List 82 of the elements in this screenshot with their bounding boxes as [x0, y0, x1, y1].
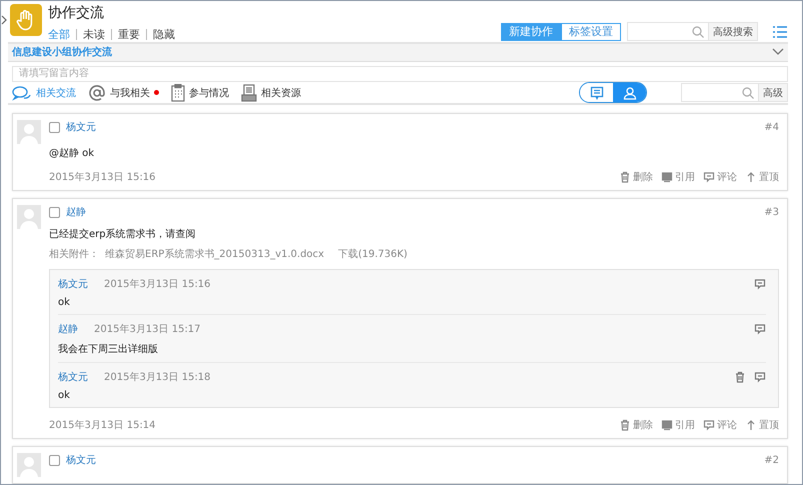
reply-time: 2015年3月13日 15:16 [104, 278, 211, 291]
content-tab[interactable]: 相关交流 [12, 84, 76, 100]
advanced-search-button[interactable]: 高级搜索 [708, 23, 757, 40]
reply-text: 我会在下周三出详细版 [58, 342, 159, 356]
quote-button[interactable]: 引用 [661, 418, 695, 432]
author-name[interactable]: 杨文元 [66, 453, 96, 467]
comment-button[interactable] [754, 371, 766, 383]
chevron-down-icon[interactable] [772, 48, 784, 56]
search-icon [742, 86, 754, 98]
trash-icon [619, 419, 631, 431]
arrow-up-icon [745, 419, 757, 431]
delete-button[interactable]: 删除 [619, 418, 653, 432]
post-number: #2 [764, 454, 779, 466]
comment-icon [754, 371, 766, 383]
view-toggle-button[interactable] [613, 83, 646, 102]
reply-text: ok [58, 390, 71, 401]
delete-button[interactable]: 删除 [619, 170, 653, 184]
filter-tab[interactable]: 未读 [77, 27, 111, 42]
printer-icon [241, 84, 257, 102]
at-sign-icon [88, 84, 106, 102]
delete-button[interactable] [734, 371, 746, 383]
new-button[interactable]: 新建协作 [501, 22, 561, 40]
page-title: 协作交流 [48, 4, 105, 22]
content-tab[interactable]: 参与情况 [171, 84, 229, 102]
view-toggle[interactable] [579, 82, 647, 103]
post-text: 已经提交erp系统需求书，请查阅 [49, 228, 197, 241]
avatar [17, 205, 41, 229]
attachment-file[interactable]: 维森贸易ERP系统需求书_20150313_v1.0.docx [105, 247, 324, 261]
group-bar[interactable]: 信息建设小组协作交流 [8, 44, 788, 62]
download-link[interactable]: 下载(19.736K) [338, 247, 408, 261]
tag-settings-button[interactable]: 标签设置 [561, 22, 621, 40]
reply-text: ok [58, 297, 71, 308]
search-field[interactable]: 高级搜索 [627, 22, 758, 41]
attachment-label: 相关附件： [49, 248, 99, 261]
arrow-up-icon [745, 171, 757, 183]
post-number: #4 [764, 122, 779, 132]
avatar [17, 120, 41, 144]
comment-icon [703, 171, 715, 183]
comment-icon [754, 323, 766, 335]
hand-logo [10, 4, 42, 36]
checkbox[interactable] [49, 206, 60, 218]
pin-button[interactable]: 置顶 [745, 170, 779, 184]
filter-tab[interactable]: 隐藏 [147, 27, 181, 42]
comment-button[interactable] [754, 323, 766, 335]
pin-button[interactable]: 置顶 [745, 418, 779, 432]
content-tab[interactable]: 与我相关 [88, 84, 159, 102]
clipboard-icon [171, 84, 185, 102]
note-icon [590, 86, 604, 100]
chat-bubbles-icon [12, 84, 32, 100]
group-title: 信息建设小组协作交流 [12, 45, 112, 60]
author-name[interactable]: 赵静 [66, 205, 86, 219]
avatar [17, 453, 41, 477]
comment-icon [754, 278, 766, 290]
author-name[interactable]: 杨文元 [66, 120, 96, 134]
advanced-button[interactable]: 高级 [758, 84, 787, 101]
filter-tab[interactable]: 全部 [48, 27, 76, 42]
post-time: 2015年3月13日 15:14 [49, 419, 156, 432]
reply-time: 2015年3月13日 15:17 [94, 323, 201, 336]
reply-author[interactable]: 杨文元 [58, 370, 88, 384]
comment-button[interactable]: 评论 [703, 170, 737, 184]
message-input[interactable]: 请填写留言内容 [12, 66, 788, 82]
comment-icon [703, 419, 715, 431]
comment-button[interactable] [754, 278, 766, 290]
quote-button[interactable]: 引用 [661, 170, 695, 184]
search-icon [692, 26, 704, 38]
trash-icon [734, 371, 746, 383]
filter-tab[interactable]: 重要 [112, 27, 146, 42]
comment-button[interactable]: 评论 [703, 418, 737, 432]
search-field[interactable]: 高级 [681, 83, 788, 102]
trash-icon [619, 171, 631, 183]
reply-time: 2015年3月13日 15:18 [104, 371, 211, 384]
reply-author[interactable]: 赵静 [58, 322, 78, 336]
checkbox[interactable] [49, 454, 60, 466]
menu-icon[interactable] [772, 24, 788, 38]
reply-author[interactable]: 杨文元 [58, 277, 88, 291]
post-text: @赵静 ok [49, 146, 96, 160]
post-time: 2015年3月13日 15:16 [49, 171, 156, 184]
chevron-right-icon[interactable] [1, 15, 7, 25]
content-tab[interactable]: 相关资源 [241, 84, 301, 102]
post-number: #3 [764, 206, 779, 218]
checkbox[interactable] [49, 122, 60, 132]
user-icon [622, 86, 636, 100]
